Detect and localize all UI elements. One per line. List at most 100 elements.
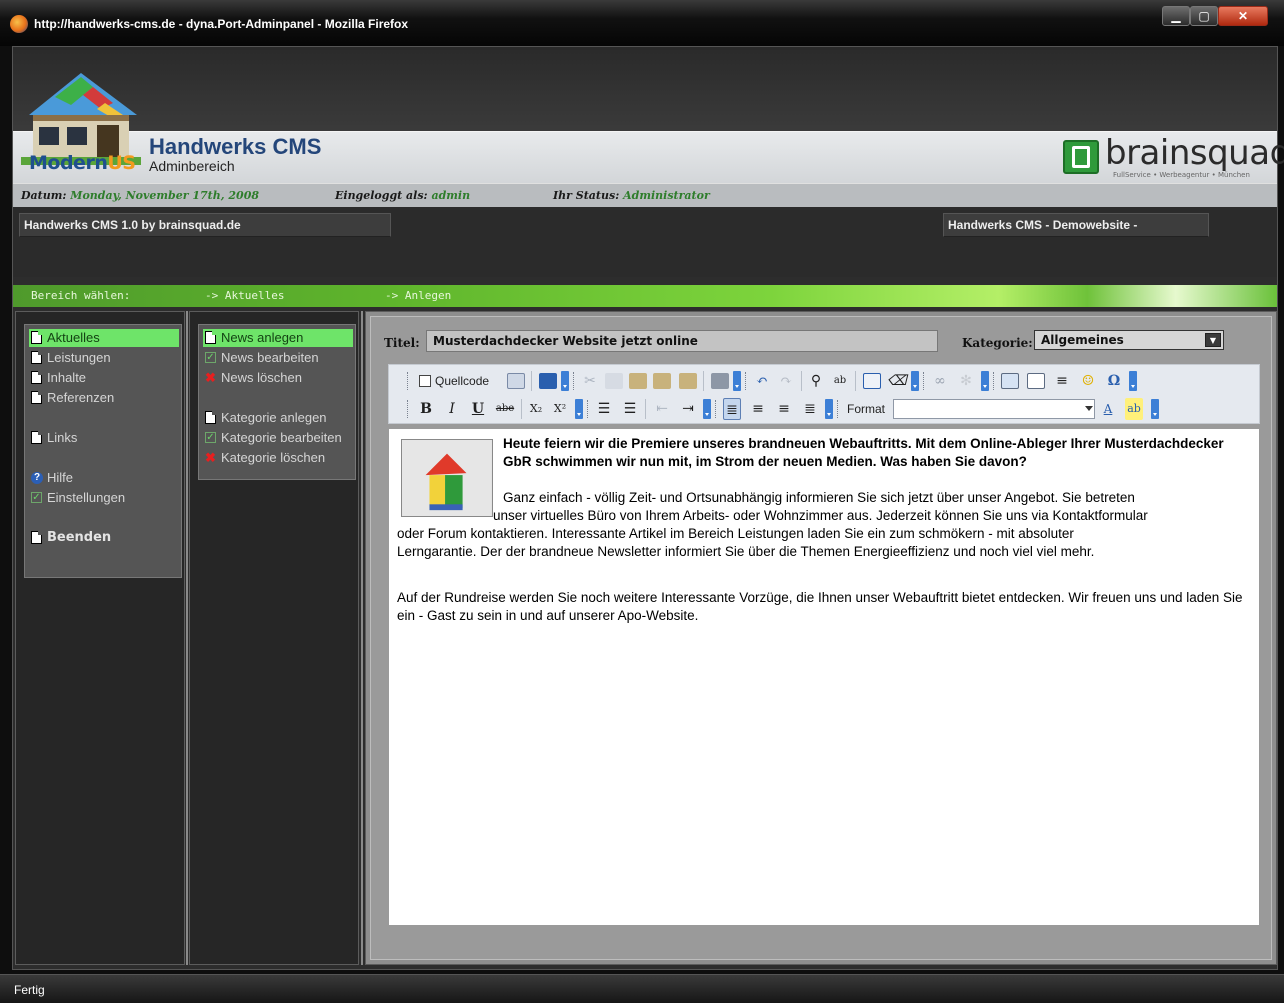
- special-char-icon[interactable]: Ω: [1105, 370, 1123, 392]
- submenu-kategorie-bearbeiten[interactable]: ✓ Kategorie bearbeiten: [203, 429, 353, 447]
- underline-button[interactable]: U: [469, 398, 487, 420]
- indent-icon[interactable]: ⇥: [679, 398, 697, 420]
- image-icon[interactable]: [1001, 373, 1019, 389]
- italic-button[interactable]: I: [443, 398, 461, 420]
- toolbar-dropdown[interactable]: [561, 371, 569, 391]
- minimize-button[interactable]: ▁: [1162, 6, 1190, 26]
- text-color-icon[interactable]: A: [1099, 398, 1117, 420]
- category-label: Kategorie:: [962, 336, 1033, 350]
- preview-icon[interactable]: [507, 373, 525, 389]
- maximize-button[interactable]: ▢: [1190, 6, 1218, 26]
- breadcrumb-section[interactable]: -> Aktuelles: [205, 289, 284, 302]
- toolbar-row-2: B I U abe X₂ X² ☰ ☰ ⇤ ⇥ ≣ ≡ ≡ ≣ Format A…: [389, 395, 1261, 423]
- submenu-news-bearbeiten[interactable]: ✓ News bearbeiten: [203, 349, 353, 367]
- brainsquad-logo: brainsquad: [1105, 133, 1284, 173]
- editor-content[interactable]: Heute feiern wir die Premiere unseres br…: [388, 428, 1260, 926]
- toolbar-row-1: Quellcode ✂ ↶ ↷ ⚲ ab ⌫ ∞ ✻ ≡ ☺ Ω: [389, 367, 1261, 395]
- background-color-icon[interactable]: ab: [1125, 398, 1143, 420]
- submenu-news-anlegen[interactable]: News anlegen: [203, 329, 353, 347]
- unordered-list-icon[interactable]: ☰: [621, 398, 639, 420]
- window-titlebar: http://handwerks-cms.de - dyna.Port-Admi…: [0, 0, 1284, 46]
- toolbar-dropdown[interactable]: [575, 399, 583, 419]
- outdent-icon[interactable]: ⇤: [653, 398, 671, 420]
- table-icon[interactable]: [1027, 373, 1045, 389]
- sidebar-item-hilfe[interactable]: ? Hilfe: [29, 469, 179, 487]
- undo-icon[interactable]: ↶: [753, 370, 771, 392]
- format-select[interactable]: [893, 399, 1095, 419]
- sidebar-item-inhalte[interactable]: Inhalte: [29, 369, 179, 387]
- sidebar-item-einstellungen[interactable]: ✓ Einstellungen: [29, 489, 179, 507]
- paste-icon[interactable]: [629, 373, 647, 389]
- checkbox-icon: ✓: [31, 492, 42, 503]
- save-icon[interactable]: [539, 373, 557, 389]
- align-justify-icon[interactable]: ≣: [801, 398, 819, 420]
- toolbar-dropdown[interactable]: [1129, 371, 1137, 391]
- help-icon: ?: [31, 472, 43, 484]
- strikethrough-button[interactable]: abe: [493, 398, 517, 420]
- replace-icon[interactable]: ab: [831, 370, 849, 392]
- sidebar-column: Aktuelles Leistungen Inhalte Referenzen …: [15, 311, 185, 965]
- page-content: ModernUS Handwerks CMS Adminbereich brai…: [12, 46, 1284, 970]
- print-icon[interactable]: [711, 373, 729, 389]
- toolbar-dropdown[interactable]: [703, 399, 711, 419]
- format-label: Format: [847, 402, 886, 416]
- submenu-kategorie-anlegen[interactable]: Kategorie anlegen: [203, 409, 353, 427]
- site-header: ModernUS Handwerks CMS Adminbereich brai…: [13, 47, 1284, 183]
- subscript-button[interactable]: X₂: [527, 398, 545, 420]
- document-icon: [31, 431, 42, 444]
- breadcrumb-action[interactable]: -> Anlegen: [385, 289, 451, 302]
- submenu: News anlegen ✓ News bearbeiten ✖ News lösc…: [198, 324, 356, 480]
- submenu-news-loeschen[interactable]: ✖ News löschen: [203, 369, 353, 387]
- ordered-list-icon[interactable]: ☰: [595, 398, 613, 420]
- sidebar-item-aktuelles[interactable]: Aktuelles: [29, 329, 179, 347]
- title-input[interactable]: Musterdachdecker Website jetzt online: [426, 330, 938, 352]
- remove-format-icon[interactable]: ⌫: [887, 370, 907, 392]
- toolbar-dropdown[interactable]: [825, 399, 833, 419]
- paste-text-icon[interactable]: [653, 373, 671, 389]
- toolbar-dropdown[interactable]: [733, 371, 741, 391]
- checkbox-icon: ✓: [205, 432, 216, 443]
- align-right-icon[interactable]: ≡: [775, 398, 793, 420]
- document-icon: [31, 531, 42, 544]
- sidebar-menu: Aktuelles Leistungen Inhalte Referenzen …: [24, 324, 182, 578]
- toolbar-dropdown[interactable]: [911, 371, 919, 391]
- copy-icon[interactable]: [605, 373, 623, 389]
- redo-icon[interactable]: ↷: [777, 370, 795, 392]
- firefox-icon: [10, 15, 28, 33]
- browser-window: http://handwerks-cms.de - dyna.Port-Admi…: [0, 0, 1284, 1003]
- select-all-icon[interactable]: [863, 373, 881, 389]
- article-paragraph: Ganz einfach - völlig Zeit- und Ortsunab…: [397, 490, 1148, 559]
- info-bar: Datum: Monday, November 17th, 2008 Einge…: [13, 183, 1277, 207]
- column-divider: [186, 311, 188, 965]
- chevron-down-icon[interactable]: [1085, 406, 1093, 411]
- superscript-button[interactable]: X²: [551, 398, 569, 420]
- align-center-icon[interactable]: ≡: [749, 398, 767, 420]
- source-button[interactable]: Quellcode: [415, 370, 499, 392]
- paste-word-icon[interactable]: [679, 373, 697, 389]
- document-icon: [31, 351, 42, 364]
- horizontal-rule-icon[interactable]: ≡: [1053, 370, 1071, 392]
- sidebar-item-referenzen[interactable]: Referenzen: [29, 389, 179, 407]
- title-label: Titel:: [384, 336, 420, 350]
- version-tab: Handwerks CMS 1.0 by brainsquad.de: [19, 213, 391, 237]
- category-select[interactable]: Allgemeines ▼: [1034, 330, 1224, 350]
- close-button[interactable]: ✕: [1218, 6, 1268, 26]
- cut-icon[interactable]: ✂: [581, 370, 599, 392]
- toolbar-grip: [745, 372, 747, 390]
- toolbar-dropdown[interactable]: [981, 371, 989, 391]
- submenu-kategorie-loeschen[interactable]: ✖ Kategorie löschen: [203, 449, 353, 467]
- smiley-icon[interactable]: ☺: [1079, 370, 1097, 392]
- unlink-icon[interactable]: ✻: [957, 370, 975, 392]
- status-text: Fertig: [14, 983, 45, 997]
- sidebar-item-leistungen[interactable]: Leistungen: [29, 349, 179, 367]
- toolbar-grip: [587, 400, 589, 418]
- link-icon[interactable]: ∞: [931, 370, 949, 392]
- find-icon[interactable]: ⚲: [807, 370, 825, 392]
- align-left-icon[interactable]: ≣: [723, 398, 741, 420]
- column-divider: [361, 311, 363, 965]
- toolbar-dropdown[interactable]: [1151, 399, 1159, 419]
- sidebar-item-beenden[interactable]: Beenden: [29, 529, 179, 547]
- brainsquad-tagline: FullService • Werbeagentur • München: [1113, 171, 1250, 179]
- sidebar-item-links[interactable]: Links: [29, 429, 179, 447]
- bold-button[interactable]: B: [417, 398, 435, 420]
